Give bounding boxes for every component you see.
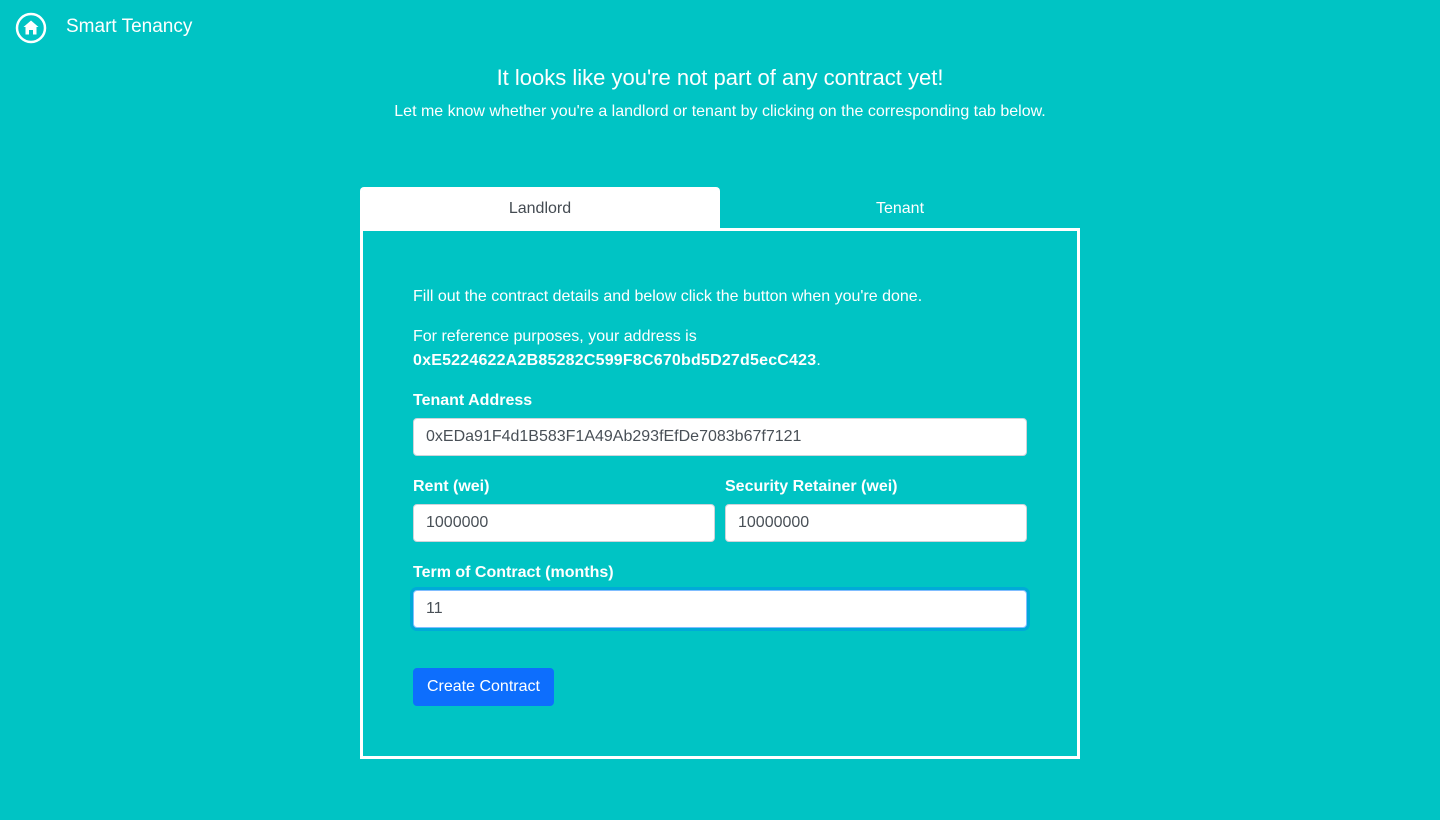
address-reference-prefix: For reference purposes, your address is [413,328,697,345]
term-label: Term of Contract (months) [413,564,614,581]
own-address: 0xE5224622A2B85282C599F8C670bd5D27d5ecC4… [413,352,817,369]
form-instructions: Fill out the contract details and below … [413,288,923,305]
term-input[interactable] [413,590,1027,628]
landlord-panel: Fill out the contract details and below … [360,228,1080,759]
address-reference-suffix: . [816,352,821,369]
rent-label: Rent (wei) [413,478,490,495]
page-subtitle: Let me know whether you're a landlord or… [394,103,1046,120]
address-reference: For reference purposes, your address is … [413,325,1027,373]
tab-tenant[interactable]: Tenant [720,187,1080,230]
home-icon[interactable] [15,12,47,44]
create-contract-button[interactable]: Create Contract [413,668,554,706]
tenant-address-input[interactable] [413,418,1027,456]
rent-input[interactable] [413,504,715,542]
tab-landlord[interactable]: Landlord [360,187,720,230]
tenant-address-label: Tenant Address [413,392,533,409]
security-retainer-label: Security Retainer (wei) [725,478,898,495]
navbar: Smart Tenancy [0,0,1440,54]
page-title: It looks like you're not part of any con… [496,65,944,90]
brand-link[interactable]: Smart Tenancy [66,15,192,39]
security-retainer-input[interactable] [725,504,1027,542]
